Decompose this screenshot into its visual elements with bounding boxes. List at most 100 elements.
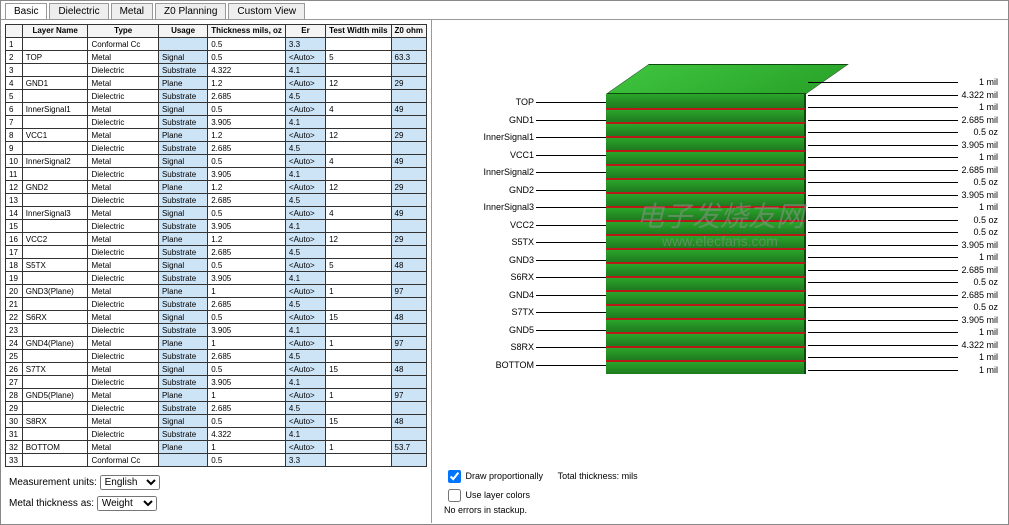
hdr-z0: Z0 ohm	[391, 25, 426, 38]
table-row[interactable]: 28GND5(Plane)MetalPlane1<Auto>197	[6, 389, 427, 402]
layer-label-right: 0.5 oz	[973, 277, 998, 287]
layer-label-left: VCC1	[444, 150, 534, 160]
layer-label-left: S7TX	[444, 307, 534, 317]
total-th-val: mils	[622, 471, 638, 481]
layer-label-right: 3.905 mil	[961, 190, 998, 200]
tab-custom[interactable]: Custom View	[228, 3, 305, 19]
layer-label-right: 4.322 mil	[961, 90, 998, 100]
layer-label-right: 1 mil	[979, 327, 998, 337]
tab-dielectric[interactable]: Dielectric	[49, 3, 108, 19]
layer-label-left: GND3	[444, 255, 534, 265]
stackup-table[interactable]: Layer Name Type Usage Thickness mils, oz…	[5, 24, 427, 467]
tab-basic[interactable]: Basic	[5, 3, 47, 19]
table-row[interactable]: 10InnerSignal2MetalSignal0.5<Auto>449	[6, 155, 427, 168]
table-row[interactable]: 1Conformal Cc0.53.3	[6, 38, 427, 51]
meas-label: Measurement units:	[9, 477, 97, 488]
hdr-er: Er	[285, 25, 325, 38]
stackup-viz: TOP GND1 InnerSignal1 VCC1 InnerSignal2 GND2 I…	[436, 24, 1004, 463]
layer-label-right: 2.685 mil	[961, 290, 998, 300]
table-row[interactable]: 30S8RXMetalSignal0.5<Auto>1548	[6, 415, 427, 428]
hdr-th: Thickness mils, oz	[208, 25, 286, 38]
layer-label-right: 3.905 mil	[961, 315, 998, 325]
layer-label-right: 0.5 oz	[973, 127, 998, 137]
layer-label-right: 3.905 mil	[961, 140, 998, 150]
layer-label-left: GND1	[444, 115, 534, 125]
layer-label-right: 2.685 mil	[961, 115, 998, 125]
layer-label-right: 1 mil	[979, 77, 998, 87]
layer-label-left: InnerSignal3	[444, 202, 534, 212]
layer-label-right: 1 mil	[979, 252, 998, 262]
table-row[interactable]: 25DielectricSubstrate2.6854.5	[6, 350, 427, 363]
layer-label-left: GND5	[444, 325, 534, 335]
table-row[interactable]: 21DielectricSubstrate2.6854.5	[6, 298, 427, 311]
table-row[interactable]: 19DielectricSubstrate3.9054.1	[6, 272, 427, 285]
layer-label-right: 1 mil	[979, 365, 998, 375]
layer-label-right: 1 mil	[979, 202, 998, 212]
layer-label-left: BOTTOM	[444, 360, 534, 370]
table-row[interactable]: 16VCC2MetalPlane1.2<Auto>1229	[6, 233, 427, 246]
table-row[interactable]: 15DielectricSubstrate3.9054.1	[6, 220, 427, 233]
layer-label-right: 1 mil	[979, 352, 998, 362]
layer-label-left: InnerSignal2	[444, 167, 534, 177]
table-row[interactable]: 7DielectricSubstrate3.9054.1	[6, 116, 427, 129]
table-row[interactable]: 24GND4(Plane)MetalPlane1<Auto>197	[6, 337, 427, 350]
layer-label-left: GND2	[444, 185, 534, 195]
use-color-checkbox[interactable]	[448, 489, 461, 502]
table-row[interactable]: 6InnerSignal1MetalSignal0.5<Auto>449	[6, 103, 427, 116]
table-row[interactable]: 23DielectricSubstrate3.9054.1	[6, 324, 427, 337]
no-errors: No errors in stackup.	[444, 505, 527, 515]
table-row[interactable]: 22S6RXMetalSignal0.5<Auto>1548	[6, 311, 427, 324]
layer-label-left: GND4	[444, 290, 534, 300]
table-row[interactable]: 31DielectricSubstrate4.3224.1	[6, 428, 427, 441]
table-row[interactable]: 14InnerSignal3MetalSignal0.5<Auto>449	[6, 207, 427, 220]
layer-label-right: 0.5 oz	[973, 302, 998, 312]
layer-label-right: 0.5 oz	[973, 215, 998, 225]
hdr-tw: Test Width mils	[326, 25, 391, 38]
table-row[interactable]: 11DielectricSubstrate3.9054.1	[6, 168, 427, 181]
table-row[interactable]: 9DielectricSubstrate2.6854.5	[6, 142, 427, 155]
table-row[interactable]: 2TOPMetalSignal0.5<Auto>563.3	[6, 51, 427, 64]
layer-label-left: InnerSignal1	[444, 132, 534, 142]
tab-bar: Basic Dielectric Metal Z0 Planning Custo…	[1, 1, 1008, 20]
layer-label-left: TOP	[444, 97, 534, 107]
layer-label-right: 0.5 oz	[973, 177, 998, 187]
metal-label: Metal thickness as:	[9, 498, 94, 509]
draw-prop-checkbox[interactable]	[448, 470, 461, 483]
hdr-n	[6, 25, 23, 38]
table-row[interactable]: 5DielectricSubstrate2.6854.5	[6, 90, 427, 103]
table-row[interactable]: 32BOTTOMMetalPlane1<Auto>153.7	[6, 441, 427, 454]
table-row[interactable]: 27DielectricSubstrate3.9054.1	[6, 376, 427, 389]
table-row[interactable]: 17DielectricSubstrate2.6854.5	[6, 246, 427, 259]
draw-prop-check[interactable]: Draw proportionally	[444, 471, 546, 481]
layer-label-right: 4.322 mil	[961, 340, 998, 350]
metal-select[interactable]: Weight	[97, 496, 157, 511]
layer-label-left: S8RX	[444, 342, 534, 352]
tab-metal[interactable]: Metal	[111, 3, 153, 19]
table-row[interactable]: 3DielectricSubstrate4.3224.1	[6, 64, 427, 77]
hdr-name: Layer Name	[22, 25, 88, 38]
table-row[interactable]: 29DielectricSubstrate2.6854.5	[6, 402, 427, 415]
table-row[interactable]: 13DielectricSubstrate2.6854.5	[6, 194, 427, 207]
layer-label-right: 1 mil	[979, 102, 998, 112]
table-row[interactable]: 33Conformal Cc0.53.3	[6, 454, 427, 467]
meas-select[interactable]: English	[100, 475, 160, 490]
use-color-check[interactable]: Use layer colors	[444, 490, 530, 500]
layer-label-left: S6RX	[444, 272, 534, 282]
table-row[interactable]: 8VCC1MetalPlane1.2<Auto>1229	[6, 129, 427, 142]
hdr-usage: Usage	[158, 25, 207, 38]
layer-label-right: 2.685 mil	[961, 265, 998, 275]
table-row[interactable]: 20GND3(Plane)MetalPlane1<Auto>197	[6, 285, 427, 298]
table-row[interactable]: 18S5TXMetalSignal0.5<Auto>548	[6, 259, 427, 272]
layer-label-left: S5TX	[444, 237, 534, 247]
table-row[interactable]: 26S7TXMetalSignal0.5<Auto>1548	[6, 363, 427, 376]
total-th-label: Total thickness:	[558, 471, 620, 481]
layer-label-left: VCC2	[444, 220, 534, 230]
table-row[interactable]: 12GND2MetalPlane1.2<Auto>1229	[6, 181, 427, 194]
table-row[interactable]: 4GND1MetalPlane1.2<Auto>1229	[6, 77, 427, 90]
layer-label-right: 2.685 mil	[961, 165, 998, 175]
hdr-type: Type	[88, 25, 158, 38]
layer-label-right: 3.905 mil	[961, 240, 998, 250]
tab-z0[interactable]: Z0 Planning	[155, 3, 226, 19]
layer-label-right: 1 mil	[979, 152, 998, 162]
layer-label-right: 0.5 oz	[973, 227, 998, 237]
